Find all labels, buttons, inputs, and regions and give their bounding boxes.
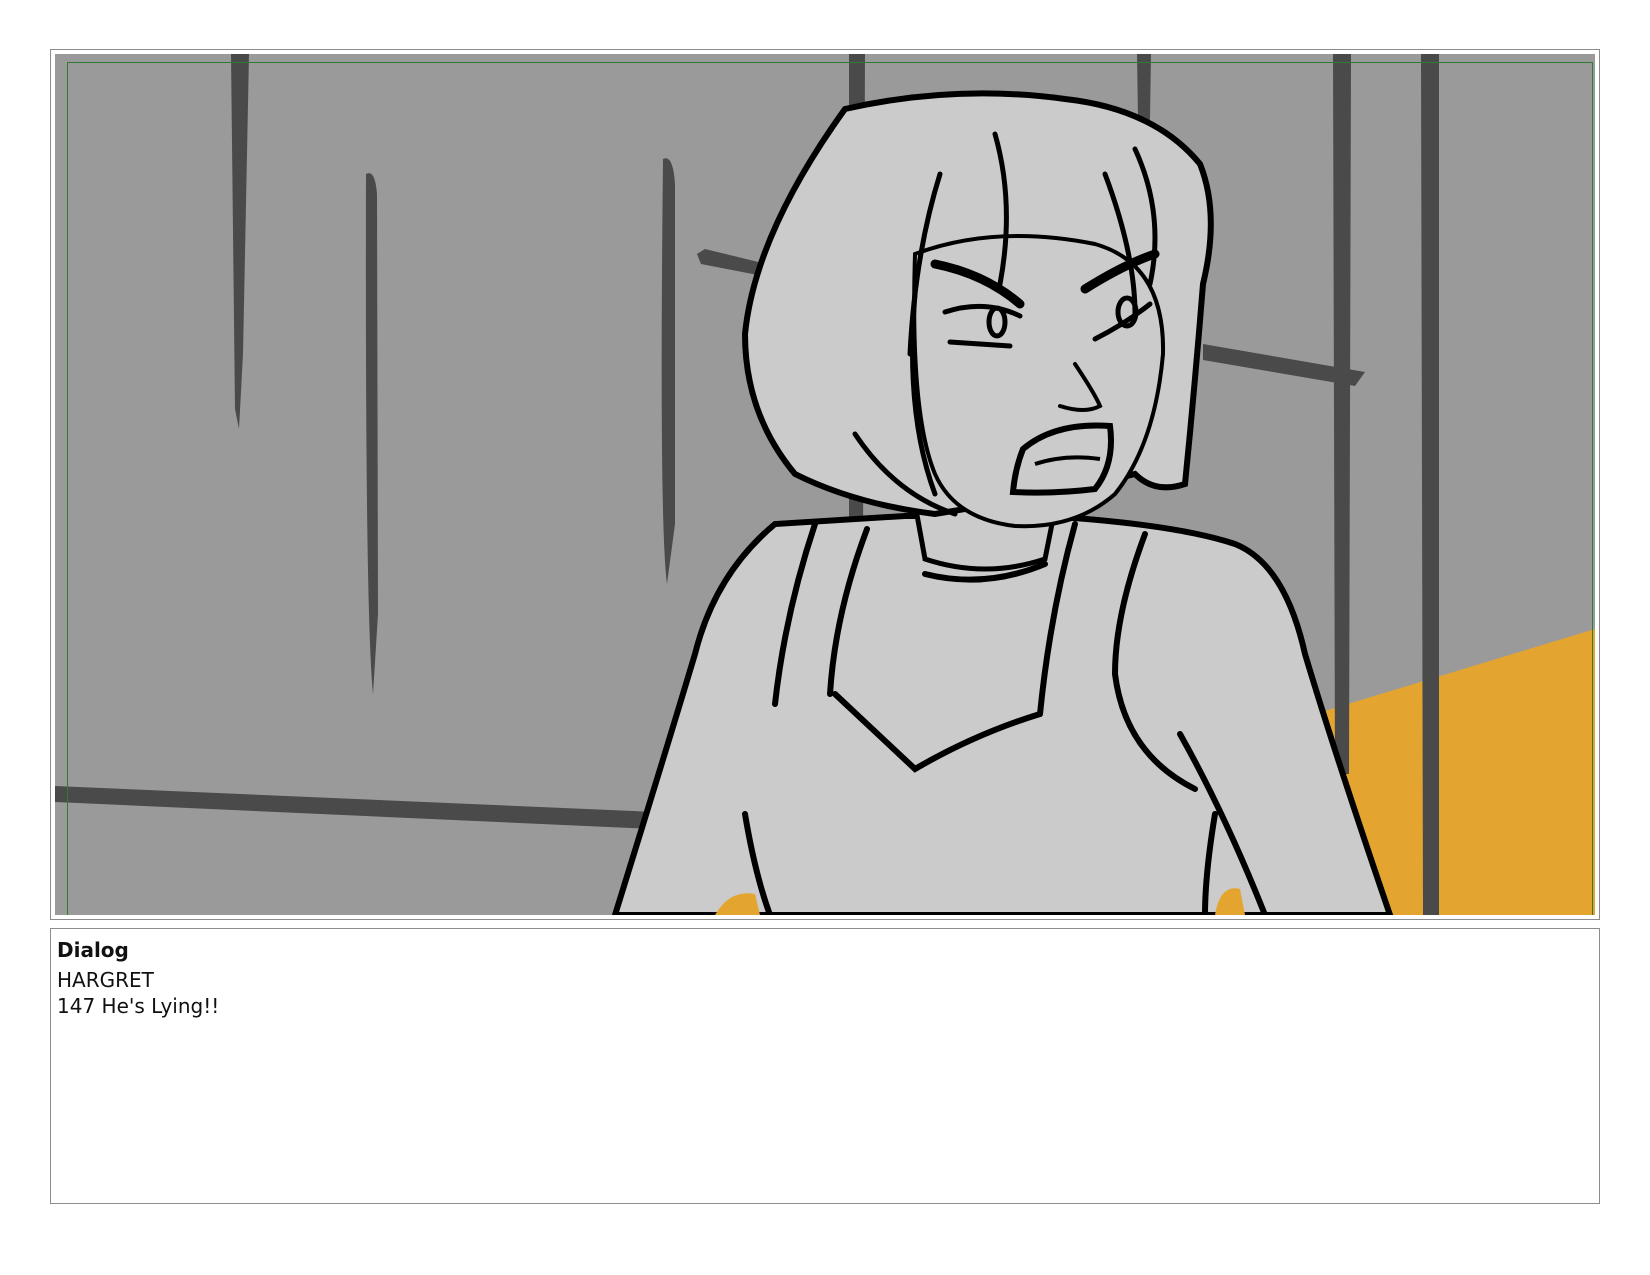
dialog-speaker: HARGRET bbox=[57, 968, 154, 992]
storyboard-sketch bbox=[55, 54, 1595, 915]
dialog-box: Dialog HARGRET 147 He's Lying!! bbox=[50, 928, 1600, 1204]
panel-drawing bbox=[55, 54, 1595, 915]
dialog-heading: Dialog bbox=[57, 938, 129, 962]
dialog-text: 147 He's Lying!! bbox=[57, 994, 220, 1018]
storyboard-panel bbox=[50, 49, 1600, 920]
